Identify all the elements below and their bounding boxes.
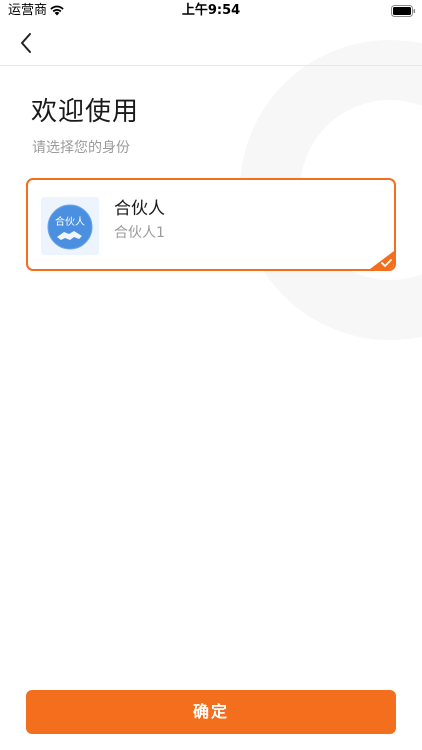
navigation-bar xyxy=(0,22,422,66)
selected-check-icon xyxy=(370,251,394,269)
confirm-button[interactable]: 确定 xyxy=(26,690,396,734)
role-card-partner[interactable]: 合伙人 合伙人 合伙人1 xyxy=(26,178,396,271)
back-button[interactable] xyxy=(10,26,42,60)
chevron-left-icon xyxy=(21,33,31,53)
role-description: 合伙人1 xyxy=(114,225,165,241)
role-name: 合伙人 xyxy=(114,199,165,219)
page-subtitle: 请选择您的身份 xyxy=(32,140,130,156)
screen: 运营商 上午9:54 欢迎使用 请选择您的身份 合伙人 合伙人 合伙人1 确定 xyxy=(0,0,422,750)
avatar-label: 合伙人 xyxy=(55,215,85,228)
role-avatar: 合伙人 xyxy=(41,197,99,255)
status-bar: 运营商 上午9:54 xyxy=(0,0,422,22)
page-title: 欢迎使用 xyxy=(31,97,140,127)
status-time: 上午9:54 xyxy=(181,3,241,18)
handshake-icon: 合伙人 xyxy=(47,204,93,250)
battery-icon xyxy=(391,5,416,17)
